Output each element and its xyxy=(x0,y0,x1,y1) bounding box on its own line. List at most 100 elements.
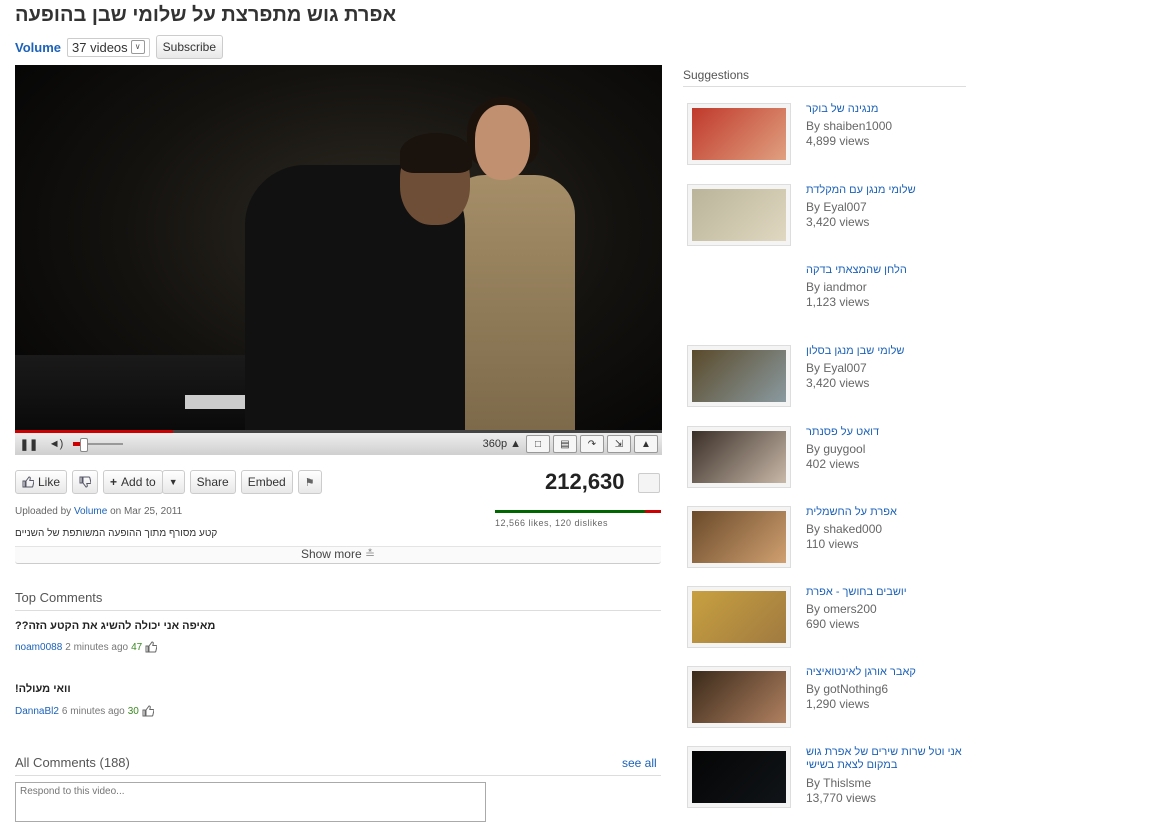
comment-meta: DannaBl2 6 minutes ago 30 xyxy=(15,705,154,717)
suggestion-item[interactable]: אפרת על החשמלית By shaked000 110 views xyxy=(687,506,977,572)
suggestion-author: By iandmor xyxy=(806,280,867,294)
suggestion-author: By guygool xyxy=(806,442,866,456)
suggestion-author: By gotNothing6 xyxy=(806,682,889,696)
suggestion-thumbnail[interactable] xyxy=(687,426,791,488)
suggestion-views: 3,420 views xyxy=(806,215,870,229)
comment-time: 6 minutes ago xyxy=(61,705,125,717)
thumbnail-image xyxy=(692,511,786,563)
suggestion-item[interactable]: יושבים בחושך - אפרת By omers200 690 views xyxy=(687,586,977,652)
suggestion-title[interactable]: אני וטל שרות שירים של אפרת גוש במקום לצא… xyxy=(806,746,971,772)
suggestion-title[interactable]: שלומי שבן מנגן בסלון xyxy=(806,345,971,358)
quality-label: 360p xyxy=(482,438,508,450)
like-ratio-bar xyxy=(495,510,661,513)
caret-up-icon: ▲ xyxy=(510,438,521,450)
divider xyxy=(15,775,661,776)
suggestion-item[interactable]: קאבר אורגן לאינטואיציה By gotNothing6 1,29… xyxy=(687,666,977,732)
like-button[interactable]: Like xyxy=(15,470,68,494)
dislike-button[interactable] xyxy=(72,470,99,494)
thumbs-down-icon xyxy=(79,476,92,488)
suggestion-thumbnail[interactable] xyxy=(687,345,791,407)
suggestion-thumbnail[interactable] xyxy=(687,586,791,648)
share-arrow-icon[interactable]: ↷ xyxy=(580,435,604,453)
suggestion-title[interactable]: שלומי מנגן עם המקלדת xyxy=(806,184,971,197)
comment-user-link[interactable]: DannaBl2 xyxy=(15,706,59,717)
video-frame[interactable] xyxy=(15,65,662,430)
comment-user-link[interactable]: noam0088 xyxy=(15,642,62,653)
subscribe-button[interactable]: Subscribe xyxy=(155,35,224,59)
video-player[interactable]: ❚❚ ◄) 360p ▲ □ ▤ ↷ ⇲ ▲ xyxy=(15,65,662,455)
thumbnail-image xyxy=(692,751,786,803)
thumbs-up-icon[interactable] xyxy=(142,705,154,717)
uploaded-date: on Mar 25, 2011 xyxy=(110,506,183,517)
action-bar: Like + Add to ▼ Share Embed ⚑ xyxy=(15,470,322,494)
view-count: 212,630 xyxy=(545,469,625,494)
suggestion-author: By Eyal007 xyxy=(806,361,867,375)
suggestion-title[interactable]: דואט על פסנתר xyxy=(806,426,971,439)
suggestion-item[interactable]: אני וטל שרות שירים של אפרת גוש במקום לצא… xyxy=(687,746,977,812)
plus-icon: + xyxy=(110,475,118,489)
suggestion-author: By Thislsme xyxy=(806,776,872,790)
comment-time: 2 minutes ago xyxy=(65,641,129,653)
video-description: קטע מסורף מתוך ההופעה המשותפת של השניים xyxy=(15,528,218,539)
suggestion-title[interactable]: הלחן שהמצאתי בדקה xyxy=(806,264,971,277)
comment-meta: noam0088 2 minutes ago 47 xyxy=(15,641,158,653)
video-count-dropdown[interactable]: 37 videos ∨ xyxy=(67,37,150,57)
suggestion-title[interactable]: קאבר אורגן לאינטואיציה xyxy=(806,666,971,679)
expand-icon[interactable]: ⇲ xyxy=(607,435,631,453)
thumbnail-image xyxy=(692,108,786,160)
quality-selector[interactable]: 360p ▲ xyxy=(483,435,521,453)
suggestion-views: 4,899 views xyxy=(806,134,870,148)
suggestion-title[interactable]: אפרת על החשמלית xyxy=(806,506,971,519)
suggestion-thumbnail[interactable] xyxy=(687,184,791,246)
share-button[interactable]: Share xyxy=(189,470,236,494)
suggestion-thumbnail[interactable] xyxy=(687,506,791,568)
pause-icon[interactable]: ❚❚ xyxy=(19,435,39,453)
suggestion-item[interactable]: הלחן שהמצאתי בדקה By iandmor 1,123 views xyxy=(687,264,977,330)
thumbs-up-icon[interactable] xyxy=(145,641,158,653)
suggestion-views: 1,290 views xyxy=(806,697,870,711)
add-to-dropdown-button[interactable]: ▼ xyxy=(161,470,185,494)
thumbnail-image xyxy=(692,591,786,643)
suggestion-views: 3,420 views xyxy=(806,376,870,390)
suggestion-item[interactable]: שלומי שבן מנגן בסלון By Eyal007 3,420 view… xyxy=(687,345,977,411)
thumbnail-image xyxy=(692,671,786,723)
comment-score: 47 xyxy=(131,641,143,653)
suggestion-item[interactable]: שלומי מנגן עם המקלדת By Eyal007 3,420 view… xyxy=(687,184,977,250)
suggestion-author: By shaiben1000 xyxy=(806,119,893,133)
channel-row: Volume 37 videos ∨ Subscribe xyxy=(15,35,224,59)
suggestion-views: 110 views xyxy=(806,537,859,551)
suggestion-thumbnail[interactable] xyxy=(687,666,791,728)
embed-button[interactable]: Embed xyxy=(240,470,293,494)
uploader-link[interactable]: Volume xyxy=(74,506,107,517)
comment-input[interactable] xyxy=(15,782,486,822)
fullscreen-icon[interactable]: ▲ xyxy=(634,435,658,453)
suggestion-views: 402 views xyxy=(806,457,860,471)
suggestion-thumbnail[interactable] xyxy=(687,103,791,165)
upload-info: Uploaded by Volume on Mar 25, 2011 xyxy=(15,506,182,517)
suggestion-item[interactable]: מנגינה של בוקר By shaiben1000 4,899 views xyxy=(687,103,977,169)
show-more-button[interactable]: Show more ≛ xyxy=(15,546,661,564)
uploaded-prefix: Uploaded by xyxy=(15,506,72,517)
volume-knob[interactable] xyxy=(80,438,88,452)
comment-score: 30 xyxy=(127,705,139,717)
annotations-icon[interactable]: ▤ xyxy=(553,435,577,453)
suggestion-author: By shaked000 xyxy=(806,522,883,536)
channel-link[interactable]: Volume xyxy=(15,40,61,55)
volume-slider[interactable] xyxy=(73,437,123,452)
volume-icon[interactable]: ◄) xyxy=(45,435,67,453)
suggestion-views: 13,770 views xyxy=(806,791,877,805)
player-controls: ❚❚ ◄) 360p ▲ □ ▤ ↷ ⇲ ▲ xyxy=(15,433,662,455)
suggestion-item[interactable]: דואט על פסנתר By guygool 402 views xyxy=(687,426,977,492)
stats-icon[interactable] xyxy=(638,473,660,493)
add-to-button[interactable]: + Add to xyxy=(103,470,163,494)
see-all-link[interactable]: see all xyxy=(622,756,657,770)
thumbs-up-icon xyxy=(22,476,34,488)
suggestion-title[interactable]: מנגינה של בוקר xyxy=(806,103,971,116)
suggestion-views: 1,123 views xyxy=(806,295,870,309)
suggestion-title[interactable]: יושבים בחושך - אפרת xyxy=(806,586,971,599)
thumbnail-image xyxy=(692,189,786,241)
suggestion-thumbnail[interactable] xyxy=(687,746,791,808)
popout-icon[interactable]: □ xyxy=(526,435,550,453)
flag-button[interactable]: ⚑ xyxy=(297,470,322,494)
likes-count-text: 12,566 likes, 120 dislikes xyxy=(495,518,609,528)
